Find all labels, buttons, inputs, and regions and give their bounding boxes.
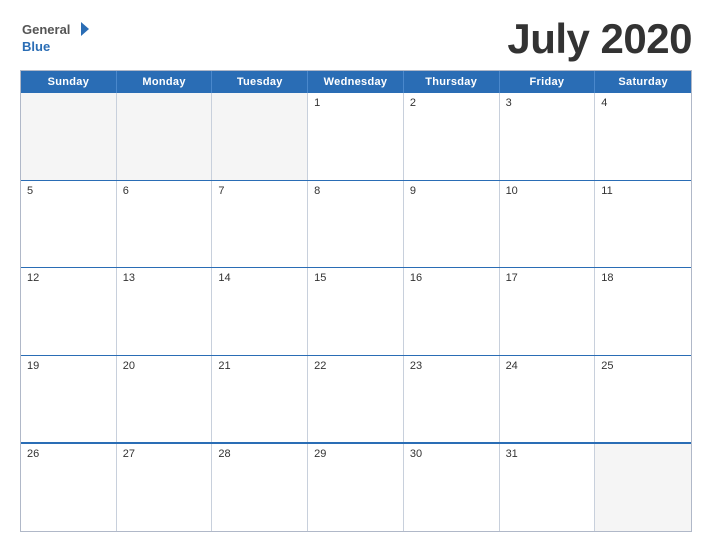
- cell-w2-tue: 7: [212, 181, 308, 268]
- cell-w4-thu: 23: [404, 356, 500, 443]
- cell-w2-wed: 8: [308, 181, 404, 268]
- weekday-wednesday: Wednesday: [308, 71, 404, 93]
- cell-w4-wed: 22: [308, 356, 404, 443]
- weekday-monday: Monday: [117, 71, 213, 93]
- cell-w1-thu: 2: [404, 93, 500, 180]
- calendar: Sunday Monday Tuesday Wednesday Thursday…: [20, 70, 692, 532]
- cell-w5-wed: 29: [308, 444, 404, 531]
- cell-w1-fri: 3: [500, 93, 596, 180]
- cell-w1-wed: 1: [308, 93, 404, 180]
- calendar-header-row: Sunday Monday Tuesday Wednesday Thursday…: [21, 71, 691, 93]
- weekday-sunday: Sunday: [21, 71, 117, 93]
- cell-w1-sun: [21, 93, 117, 180]
- cell-w3-fri: 17: [500, 268, 596, 355]
- weekday-saturday: Saturday: [595, 71, 691, 93]
- weekday-friday: Friday: [500, 71, 596, 93]
- week-1: 1 2 3 4: [21, 93, 691, 180]
- cell-w5-sat: [595, 444, 691, 531]
- weekday-thursday: Thursday: [404, 71, 500, 93]
- cell-w4-sun: 19: [21, 356, 117, 443]
- cell-w4-tue: 21: [212, 356, 308, 443]
- cell-w3-thu: 16: [404, 268, 500, 355]
- logo-flag-icon: [72, 20, 90, 38]
- cell-w2-thu: 9: [404, 181, 500, 268]
- cell-w1-sat: 4: [595, 93, 691, 180]
- cell-w5-mon: 27: [117, 444, 213, 531]
- cell-w1-tue: [212, 93, 308, 180]
- cell-w2-fri: 10: [500, 181, 596, 268]
- cell-w2-mon: 6: [117, 181, 213, 268]
- week-2: 5 6 7 8 9 10 11: [21, 180, 691, 268]
- cell-w5-tue: 28: [212, 444, 308, 531]
- cell-w3-mon: 13: [117, 268, 213, 355]
- page: General Blue July 2020 Sunday Monday Tue…: [0, 0, 712, 550]
- logo-blue: Blue: [22, 40, 50, 54]
- cell-w2-sat: 11: [595, 181, 691, 268]
- cell-w5-sun: 26: [21, 444, 117, 531]
- logo: General Blue: [20, 20, 90, 54]
- cell-w3-wed: 15: [308, 268, 404, 355]
- cell-w3-sun: 12: [21, 268, 117, 355]
- cell-w5-fri: 31: [500, 444, 596, 531]
- cell-w1-mon: [117, 93, 213, 180]
- cell-w5-thu: 30: [404, 444, 500, 531]
- cell-w4-sat: 25: [595, 356, 691, 443]
- cell-w3-tue: 14: [212, 268, 308, 355]
- week-3: 12 13 14 15 16 17 18: [21, 267, 691, 355]
- week-4: 19 20 21 22 23 24 25: [21, 355, 691, 443]
- weekday-tuesday: Tuesday: [212, 71, 308, 93]
- cell-w4-mon: 20: [117, 356, 213, 443]
- calendar-body: 1 2 3 4 5 6 7 8 9 10 11 12 13 14 15 16: [21, 93, 691, 531]
- month-title: July 2020: [507, 18, 692, 60]
- header: General Blue July 2020: [20, 18, 692, 60]
- cell-w4-fri: 24: [500, 356, 596, 443]
- cell-w2-sun: 5: [21, 181, 117, 268]
- week-5: 26 27 28 29 30 31: [21, 442, 691, 531]
- cell-w3-sat: 18: [595, 268, 691, 355]
- logo-general: General: [22, 23, 70, 37]
